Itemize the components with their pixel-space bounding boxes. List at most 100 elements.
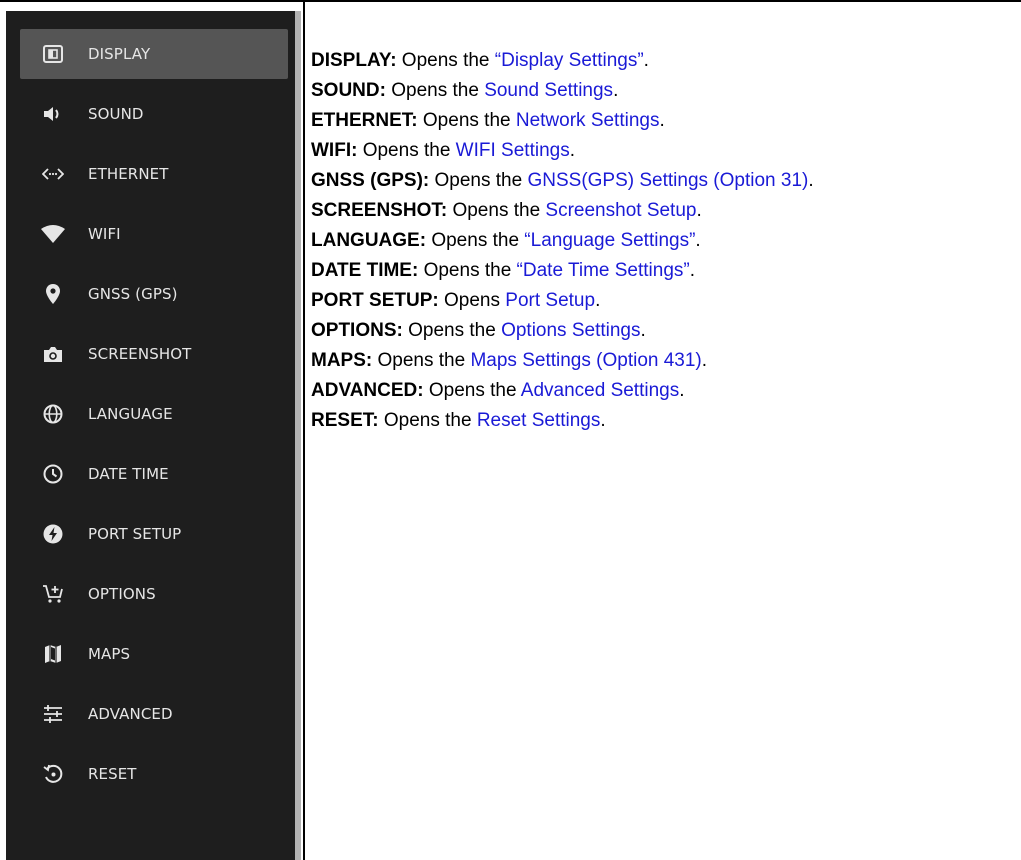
display-settings-link[interactable]: “Display Settings”	[495, 50, 644, 71]
sound-settings-link[interactable]: Sound Settings	[484, 80, 613, 101]
description-term: MAPS:	[311, 350, 373, 371]
description-end: .	[659, 110, 665, 131]
sidebar-item-date-time[interactable]: DATE TIME	[20, 449, 288, 499]
description-row-maps: MAPS: Opens the Maps Settings (Option 43…	[311, 346, 1017, 376]
sidebar-item-options[interactable]: OPTIONS	[20, 569, 288, 619]
map-icon	[38, 642, 68, 666]
description-text: Opens the	[378, 410, 477, 431]
description-end: .	[679, 380, 685, 401]
description-end: .	[640, 320, 646, 341]
description-term: WIFI:	[311, 140, 358, 161]
sidebar-item-label: SCREENSHOT	[88, 345, 192, 363]
description-text: Opens the	[372, 350, 471, 371]
description-row-date-time: DATE TIME: Opens the “Date Time Settings…	[311, 256, 1017, 286]
description-row-sound: SOUND: Opens the Sound Settings.	[311, 76, 1017, 106]
settings-sidebar: DISPLAY SOUND ETHERNET WIFI GNSS (GPS) S…	[6, 11, 301, 860]
sidebar-item-language[interactable]: LANGUAGE	[20, 389, 288, 439]
description-text: Opens the	[396, 50, 495, 71]
description-term: RESET:	[311, 410, 379, 431]
sidebar-item-label: OPTIONS	[88, 585, 156, 603]
description-row-advanced: ADVANCED: Opens the Advanced Settings.	[311, 376, 1017, 406]
screenshot-setup-link[interactable]: Screenshot Setup	[545, 200, 696, 221]
sidebar-item-label: DISPLAY	[88, 45, 151, 63]
description-text: Opens the	[385, 80, 485, 101]
sidebar-item-label: DATE TIME	[88, 465, 169, 483]
sidebar-item-label: PORT SETUP	[88, 525, 182, 543]
description-term: GNSS (GPS):	[311, 170, 430, 191]
description-row-port-setup: PORT SETUP: Opens Port Setup.	[311, 286, 1017, 316]
sidebar-item-label: GNSS (GPS)	[88, 285, 178, 303]
column-divider	[303, 0, 305, 860]
description-term: ETHERNET:	[311, 110, 418, 131]
sidebar-item-display[interactable]: DISPLAY	[20, 29, 288, 79]
maps-settings-link[interactable]: Maps Settings (Option 431)	[470, 350, 701, 371]
reset-settings-link[interactable]: Reset Settings	[477, 410, 601, 431]
cart-add-icon	[38, 582, 68, 606]
port-setup-link[interactable]: Port Setup	[505, 290, 595, 311]
description-row-gnss: GNSS (GPS): Opens the GNSS(GPS) Settings…	[311, 166, 1017, 196]
wifi-icon	[38, 222, 68, 246]
description-row-screenshot: SCREENSHOT: Opens the Screenshot Setup.	[311, 196, 1017, 226]
sidebar-item-wifi[interactable]: WIFI	[20, 209, 288, 259]
sidebar-item-sound[interactable]: SOUND	[20, 89, 288, 139]
sidebar-item-label: SOUND	[88, 105, 144, 123]
sidebar-item-port-setup[interactable]: PORT SETUP	[20, 509, 288, 559]
camera-icon	[38, 342, 68, 366]
description-end: .	[696, 200, 702, 221]
description-text: Opens	[438, 290, 506, 311]
lightning-icon	[38, 522, 68, 546]
language-settings-link[interactable]: “Language Settings”	[524, 230, 695, 251]
description-end: .	[600, 410, 606, 431]
display-icon	[38, 42, 68, 66]
sidebar-item-advanced[interactable]: ADVANCED	[20, 689, 288, 739]
description-text: Opens the	[402, 320, 502, 341]
sidebar-item-screenshot[interactable]: SCREENSHOT	[20, 329, 288, 379]
date-time-settings-link[interactable]: “Date Time Settings”	[517, 260, 690, 281]
description-text: Opens the	[357, 140, 456, 161]
sidebar-item-label: WIFI	[88, 225, 121, 243]
gnss-settings-link[interactable]: GNSS(GPS) Settings (Option 31)	[527, 170, 808, 191]
description-term: PORT SETUP:	[311, 290, 439, 311]
network-settings-link[interactable]: Network Settings	[516, 110, 660, 131]
sidebar-item-reset[interactable]: RESET	[20, 749, 288, 799]
description-term: ADVANCED:	[311, 380, 424, 401]
description-text: Opens the	[423, 380, 521, 401]
description-text: Opens the	[447, 200, 546, 221]
description-term: DATE TIME:	[311, 260, 419, 281]
description-end: .	[613, 80, 619, 101]
description-end: .	[808, 170, 814, 191]
sidebar-item-ethernet[interactable]: ETHERNET	[20, 149, 288, 199]
description-row-ethernet: ETHERNET: Opens the Network Settings.	[311, 106, 1017, 136]
description-text: Opens the	[426, 230, 525, 251]
sidebar-item-label: MAPS	[88, 645, 131, 663]
sidebar-item-label: RESET	[88, 765, 137, 783]
sidebar-item-label: LANGUAGE	[88, 405, 173, 423]
location-pin-icon	[38, 282, 68, 306]
description-end: .	[643, 50, 649, 71]
sliders-icon	[38, 702, 68, 726]
description-row-options: OPTIONS: Opens the Options Settings.	[311, 316, 1017, 346]
sidebar-item-label: ADVANCED	[88, 705, 173, 723]
sidebar-item-gnss[interactable]: GNSS (GPS)	[20, 269, 288, 319]
description-term: LANGUAGE:	[311, 230, 427, 251]
description-row-reset: RESET: Opens the Reset Settings.	[311, 406, 1017, 436]
description-term: DISPLAY:	[311, 50, 397, 71]
wifi-settings-link[interactable]: WIFI Settings	[456, 140, 570, 161]
description-text: Opens the	[417, 110, 516, 131]
description-end: .	[569, 140, 575, 161]
description-term: SOUND:	[311, 80, 386, 101]
clock-icon	[38, 462, 68, 486]
description-row-language: LANGUAGE: Opens the “Language Settings”.	[311, 226, 1017, 256]
description-end: .	[595, 290, 601, 311]
description-end: .	[701, 350, 708, 371]
description-end: .	[695, 230, 701, 251]
sidebar-item-maps[interactable]: MAPS	[20, 629, 288, 679]
options-settings-link[interactable]: Options Settings	[501, 320, 640, 341]
globe-icon	[38, 402, 68, 426]
description-end: .	[689, 260, 695, 281]
speaker-icon	[38, 102, 68, 126]
ethernet-icon	[38, 162, 68, 186]
description-text: Opens the	[429, 170, 528, 191]
description-term: SCREENSHOT:	[311, 200, 448, 221]
advanced-settings-link[interactable]: Advanced Settings	[521, 380, 679, 401]
